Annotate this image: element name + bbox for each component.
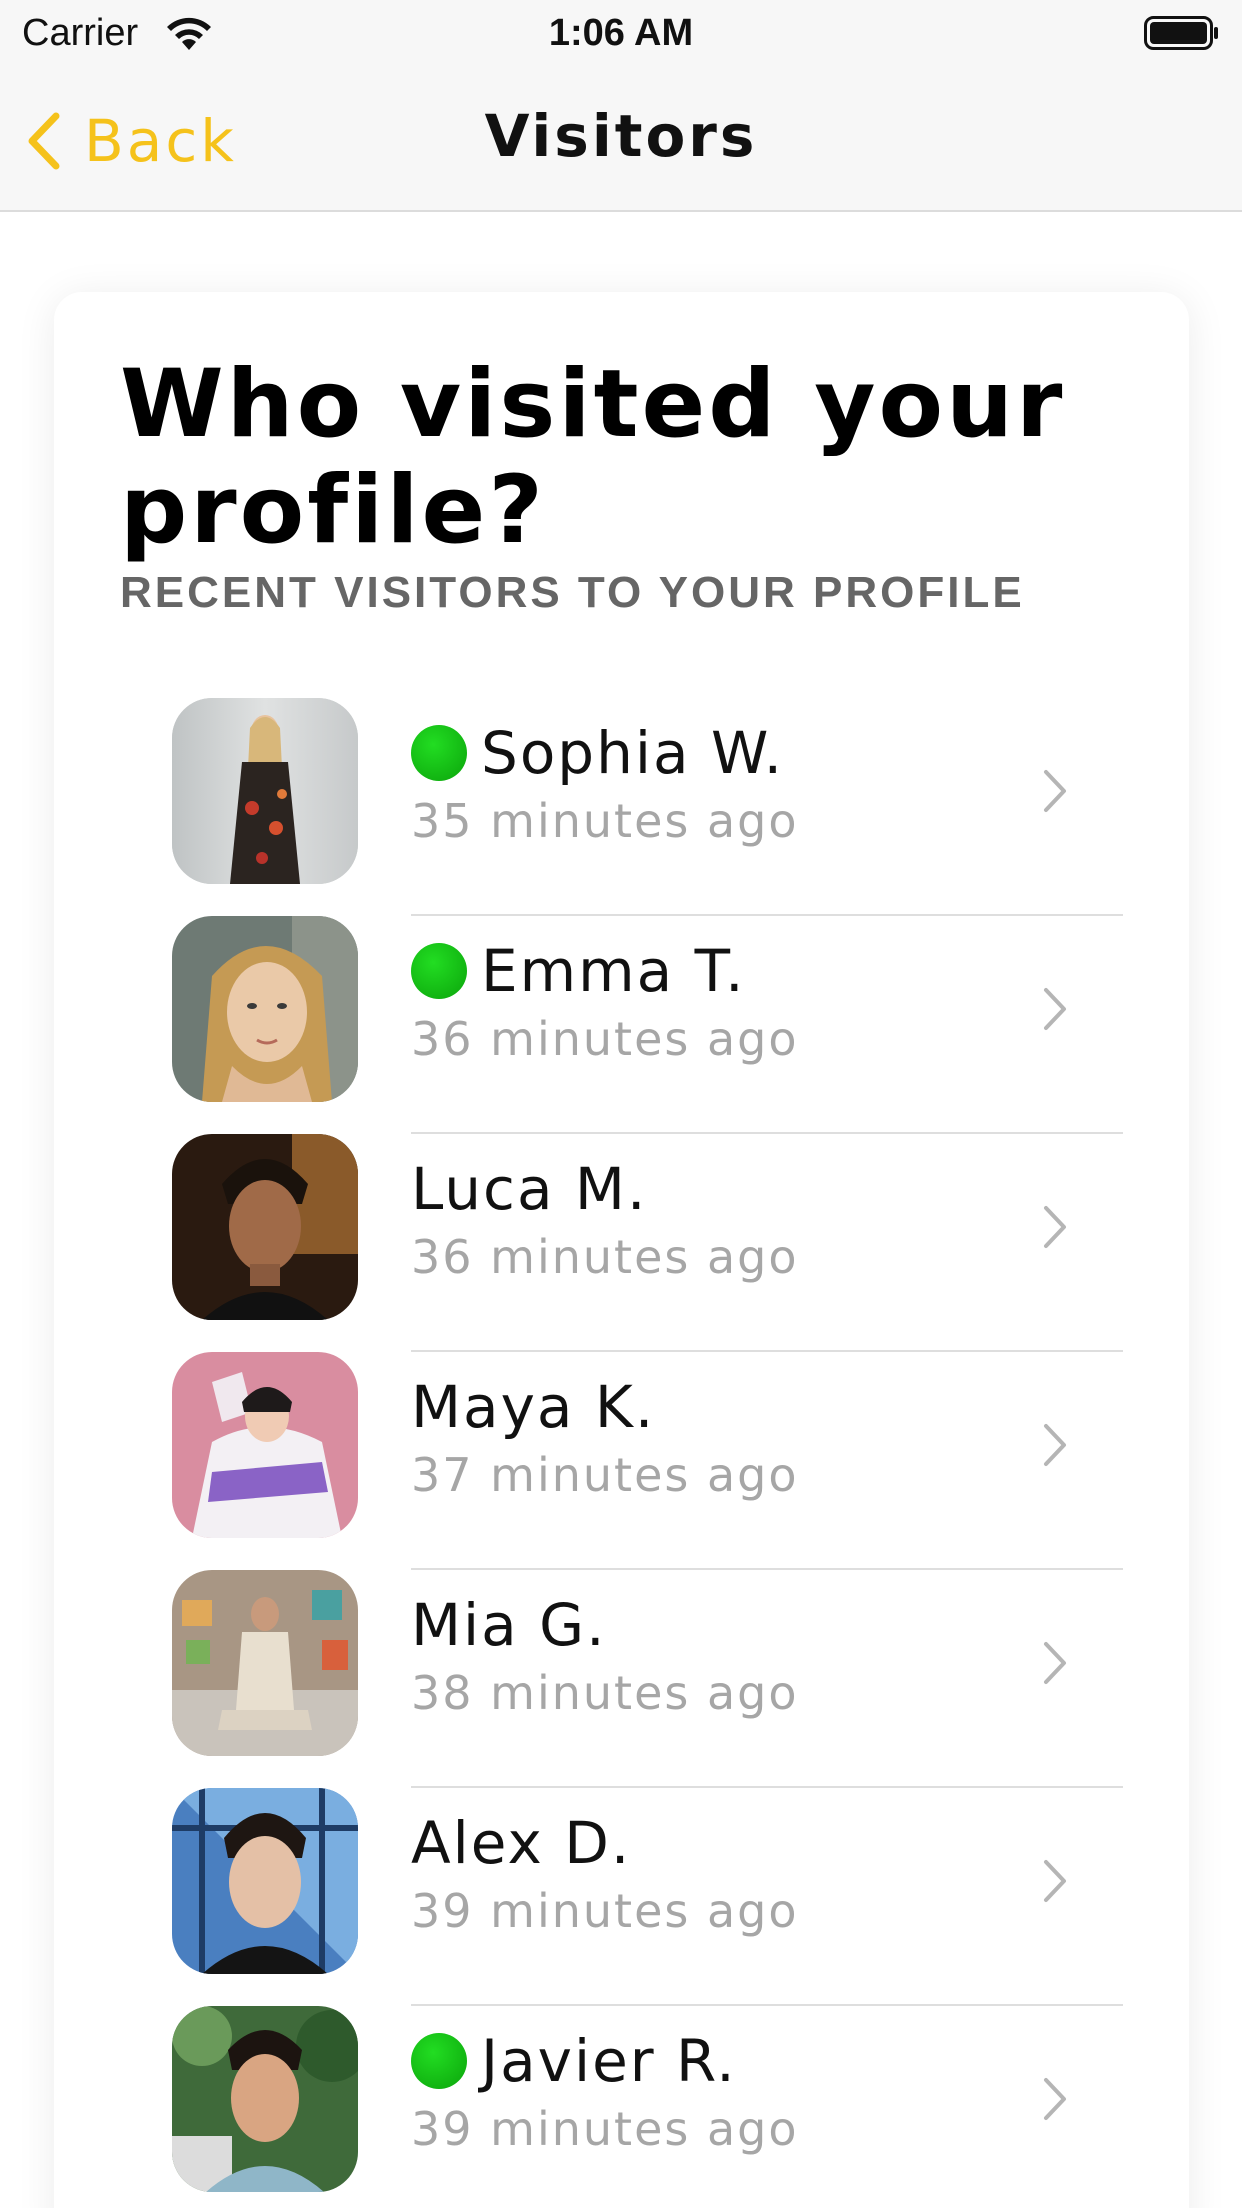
visitor-info: Emma T. 36 minutes ago: [411, 936, 1011, 1066]
chevron-right-icon: [1044, 770, 1066, 812]
visit-time: 36 minutes ago: [411, 1230, 799, 1284]
chevron-right-icon: [1044, 1424, 1066, 1466]
avatar: [172, 1788, 358, 1974]
chevron-right-icon: [1044, 988, 1066, 1030]
online-status-indicator: [411, 725, 467, 781]
avatar: [172, 1352, 358, 1538]
visit-time: 37 minutes ago: [411, 1448, 799, 1502]
avatar: [172, 916, 358, 1102]
chevron-right-icon: [1044, 1860, 1066, 1902]
chevron-right-icon: [1044, 2078, 1066, 2120]
card-title: Who visited your profile?: [120, 350, 1066, 565]
visitor-row[interactable]: Maya K. 37 minutes ago: [54, 1352, 1189, 1570]
chevron-right-icon: [1044, 1206, 1066, 1248]
online-status-indicator: [411, 2033, 467, 2089]
chevron-right-icon: [1044, 1642, 1066, 1684]
visitor-name: Javier R.: [481, 2027, 737, 2095]
visitor-info: Luca M. 36 minutes ago: [411, 1154, 1011, 1284]
online-status-indicator: [411, 943, 467, 999]
visitor-row[interactable]: Emma T. 36 minutes ago: [54, 916, 1189, 1134]
avatar: [172, 1570, 358, 1756]
visit-time: 35 minutes ago: [411, 794, 799, 848]
clock: 1:06 AM: [548, 12, 694, 54]
visitor-info: Sophia W. 35 minutes ago: [411, 718, 1011, 848]
visitor-info: Alex D. 39 minutes ago: [411, 1808, 1011, 1938]
visitors-card: Who visited your profile? RECENT VISITOR…: [54, 292, 1189, 2208]
visit-time: 36 minutes ago: [411, 1012, 799, 1066]
visit-time: 39 minutes ago: [411, 1884, 799, 1938]
visitor-name: Mia G.: [411, 1591, 607, 1659]
visitor-info: Maya K. 37 minutes ago: [411, 1372, 1011, 1502]
visit-time: 38 minutes ago: [411, 1666, 799, 1720]
visitor-row[interactable]: Alex D. 39 minutes ago: [54, 1788, 1189, 2006]
visitor-row[interactable]: Sophia W. 35 minutes ago: [54, 698, 1189, 916]
status-bar: Carrier 1:06 AM: [0, 0, 1242, 66]
visitor-name: Alex D.: [411, 1809, 632, 1877]
card-subtitle: RECENT VISITORS TO YOUR PROFILE: [120, 568, 1025, 617]
navigation-bar: Back Visitors: [0, 66, 1242, 212]
visitor-row[interactable]: Mia G. 38 minutes ago: [54, 1570, 1189, 1788]
visitor-list: Sophia W. 35 minutes ago Emma T. 36 minu…: [54, 698, 1189, 2208]
avatar: [172, 2006, 358, 2192]
visitor-info: Mia G. 38 minutes ago: [411, 1590, 1011, 1720]
battery-icon: [1144, 16, 1218, 50]
avatar: [172, 698, 358, 884]
visit-time: 39 minutes ago: [411, 2102, 799, 2156]
visitor-name: Luca M.: [411, 1155, 648, 1223]
visitor-name: Sophia W.: [481, 719, 785, 787]
page-title: Visitors: [484, 102, 758, 170]
visitor-info: Javier R. 39 minutes ago: [411, 2026, 1011, 2156]
visitor-row[interactable]: Luca M. 36 minutes ago: [54, 1134, 1189, 1352]
visitor-name: Emma T.: [481, 937, 746, 1005]
visitor-row[interactable]: Javier R. 39 minutes ago: [54, 2006, 1189, 2208]
avatar: [172, 1134, 358, 1320]
visitor-name: Maya K.: [411, 1373, 656, 1441]
